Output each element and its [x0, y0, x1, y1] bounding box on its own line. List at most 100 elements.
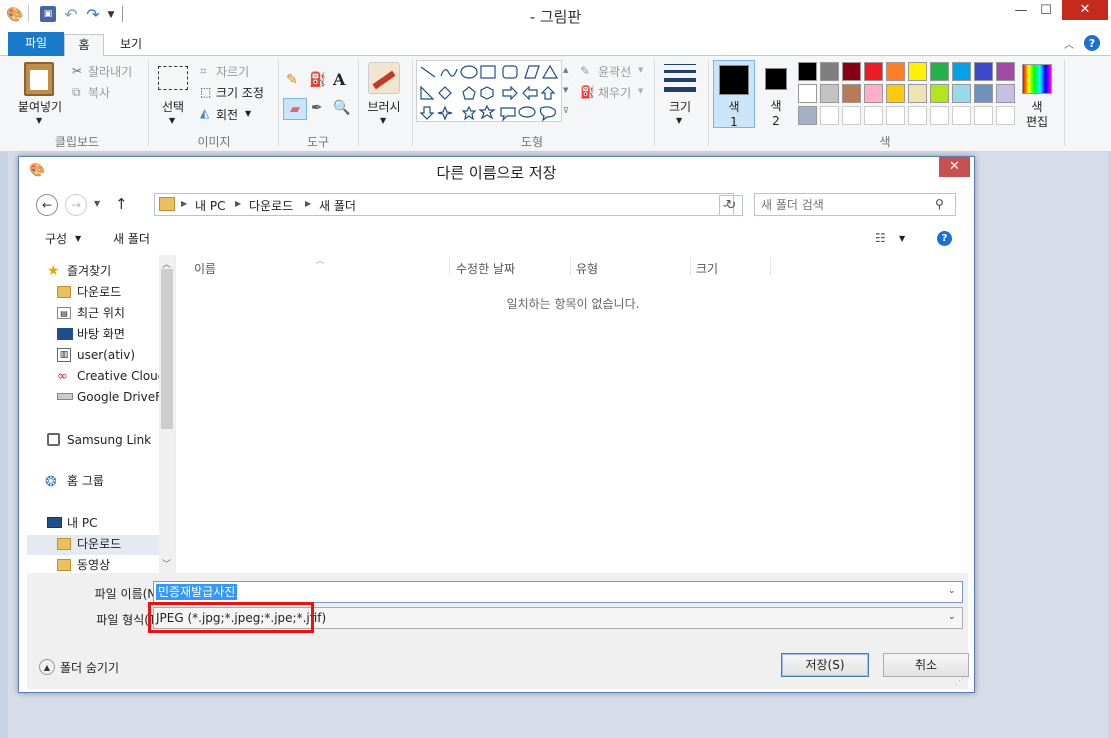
help-icon[interactable]: ?: [1084, 35, 1100, 51]
color-swatch[interactable]: [952, 84, 971, 103]
nav-item-pc-videos[interactable]: 동영상: [77, 555, 110, 573]
text-tool-icon[interactable]: A: [333, 70, 345, 89]
rotate-button[interactable]: 회전: [216, 106, 238, 123]
new-folder-button[interactable]: 새 폴더: [113, 230, 150, 247]
column-type[interactable]: 유형: [576, 260, 692, 277]
color-swatch[interactable]: [820, 84, 839, 103]
organize-button[interactable]: 구성: [45, 230, 67, 247]
nav-item-desktop[interactable]: 바탕 화면: [77, 324, 125, 344]
filetype-dropdown-icon[interactable]: ⌄: [948, 612, 956, 622]
color-swatch[interactable]: [974, 106, 993, 125]
resize-icon[interactable]: ⬚: [200, 85, 211, 99]
rotate-dropdown-icon[interactable]: ▼: [245, 109, 251, 118]
color-swatch[interactable]: [908, 106, 927, 125]
copy-button[interactable]: 복사: [88, 84, 110, 101]
color-swatch[interactable]: [908, 84, 927, 103]
search-box[interactable]: ⚲: [754, 193, 956, 216]
address-bar[interactable]: ▶ 내 PC ▶ 다운로드 ▶ 새 폴더 ⌄: [154, 193, 734, 216]
breadcrumb-arrow-icon[interactable]: ▶: [235, 199, 241, 208]
select-dropdown-icon[interactable]: ▼: [169, 116, 175, 125]
cancel-button[interactable]: 취소: [883, 653, 969, 677]
fill-icon[interactable]: ⛽: [580, 85, 595, 99]
cut-icon[interactable]: ✂: [72, 64, 82, 78]
view-options-icon[interactable]: ☷: [875, 231, 886, 245]
cut-button[interactable]: 잘라내기: [88, 63, 132, 80]
search-input[interactable]: [761, 196, 931, 213]
paste-button[interactable]: 붙여넣기: [14, 98, 66, 115]
tab-file[interactable]: 파일: [8, 32, 64, 56]
size-button[interactable]: 크기: [660, 98, 700, 115]
scroll-down-icon[interactable]: ﹀: [162, 557, 171, 570]
color-swatch[interactable]: [908, 62, 927, 81]
edit-colors-icon[interactable]: [1022, 64, 1052, 94]
breadcrumb-new-folder[interactable]: 새 폴더: [319, 197, 356, 214]
paste-dropdown-icon[interactable]: ▼: [36, 116, 42, 125]
close-button[interactable]: ✕: [1062, 0, 1108, 20]
color-swatch[interactable]: [842, 106, 861, 125]
color-swatch[interactable]: [974, 62, 993, 81]
outline-icon[interactable]: ✎: [580, 64, 590, 78]
fill-button[interactable]: 채우기: [598, 84, 631, 101]
copy-icon[interactable]: ⧉: [72, 85, 81, 100]
tab-home[interactable]: 홈: [64, 34, 104, 57]
outline-dropdown-icon[interactable]: ▼: [638, 66, 643, 74]
recent-locations-dropdown-icon[interactable]: ▼: [94, 199, 100, 208]
color-swatch[interactable]: [798, 62, 817, 81]
back-icon[interactable]: ←: [36, 194, 58, 216]
color-swatch[interactable]: [996, 62, 1015, 81]
color-swatch[interactable]: [864, 106, 883, 125]
hide-folders-icon[interactable]: ▲: [39, 659, 55, 675]
nav-item-pc-downloads[interactable]: 다운로드: [77, 534, 121, 554]
breadcrumb-arrow-icon[interactable]: ▶: [305, 199, 311, 208]
help-icon[interactable]: ?: [937, 231, 952, 246]
select-button[interactable]: 선택: [154, 98, 192, 115]
shapes-gallery[interactable]: [416, 60, 562, 122]
color-swatch[interactable]: [952, 106, 971, 125]
color-swatch[interactable]: [952, 62, 971, 81]
refresh-icon[interactable]: ↻: [719, 195, 743, 216]
pencil-icon[interactable]: ✎: [286, 72, 298, 88]
magnifier-icon[interactable]: 🔍: [333, 100, 350, 116]
collapse-ribbon-icon[interactable]: ︿: [1062, 36, 1076, 51]
color-swatch[interactable]: [798, 106, 817, 125]
file-list[interactable]: ︿ 이름 수정한 날짜 유형 크기 일치하는 항목이 없습니다.: [175, 255, 969, 573]
color-swatch[interactable]: [886, 84, 905, 103]
color-swatch[interactable]: [820, 106, 839, 125]
scrollbar-thumb[interactable]: [161, 269, 173, 429]
breadcrumb-downloads[interactable]: 다운로드: [249, 197, 293, 214]
nav-item-downloads[interactable]: 다운로드: [77, 282, 121, 302]
outline-button[interactable]: 윤곽선: [598, 63, 631, 80]
color-swatch[interactable]: [886, 62, 905, 81]
search-icon[interactable]: ⚲: [935, 197, 944, 211]
color-swatch[interactable]: [974, 84, 993, 103]
line-size-icon[interactable]: [664, 64, 696, 92]
forward-icon[interactable]: →: [65, 194, 87, 216]
dialog-close-button[interactable]: ✕: [939, 157, 970, 177]
select-icon[interactable]: [158, 66, 188, 90]
nav-item-pc[interactable]: 내 PC: [67, 513, 97, 533]
organize-dropdown-icon[interactable]: ▼: [75, 234, 81, 243]
rotate-icon[interactable]: ◭: [200, 106, 209, 120]
color2-button[interactable]: 색 2: [759, 60, 793, 128]
size-dropdown-icon[interactable]: ▼: [676, 116, 682, 125]
nav-item-user[interactable]: user(ativ): [77, 345, 135, 365]
color-swatch[interactable]: [798, 84, 817, 103]
clipboard-icon[interactable]: [24, 62, 54, 96]
color-swatch[interactable]: [930, 84, 949, 103]
filename-input[interactable]: 민증재발급사진: [156, 584, 238, 600]
tab-view[interactable]: 보기: [110, 34, 152, 56]
hide-folders-button[interactable]: 폴더 숨기기: [60, 659, 119, 676]
shapes-scroll-up-icon[interactable]: ▲: [563, 66, 568, 74]
brushes-dropdown-icon[interactable]: ▼: [380, 116, 386, 125]
color-swatch[interactable]: [996, 84, 1015, 103]
filename-field[interactable]: 민증재발급사진 ⌄: [153, 581, 963, 603]
color-swatch[interactable]: [864, 62, 883, 81]
color-swatch[interactable]: [996, 106, 1015, 125]
nav-item-samsung-link[interactable]: Samsung Link: [67, 430, 151, 450]
shapes-expand-icon[interactable]: ⊽: [563, 106, 569, 115]
nav-item-recent[interactable]: 최근 위치: [77, 303, 125, 323]
column-date[interactable]: 수정한 날짜: [456, 260, 572, 277]
view-options-dropdown-icon[interactable]: ▼: [899, 234, 905, 243]
filename-dropdown-icon[interactable]: ⌄: [948, 586, 956, 596]
breadcrumb-arrow-icon[interactable]: ▶: [181, 199, 187, 208]
